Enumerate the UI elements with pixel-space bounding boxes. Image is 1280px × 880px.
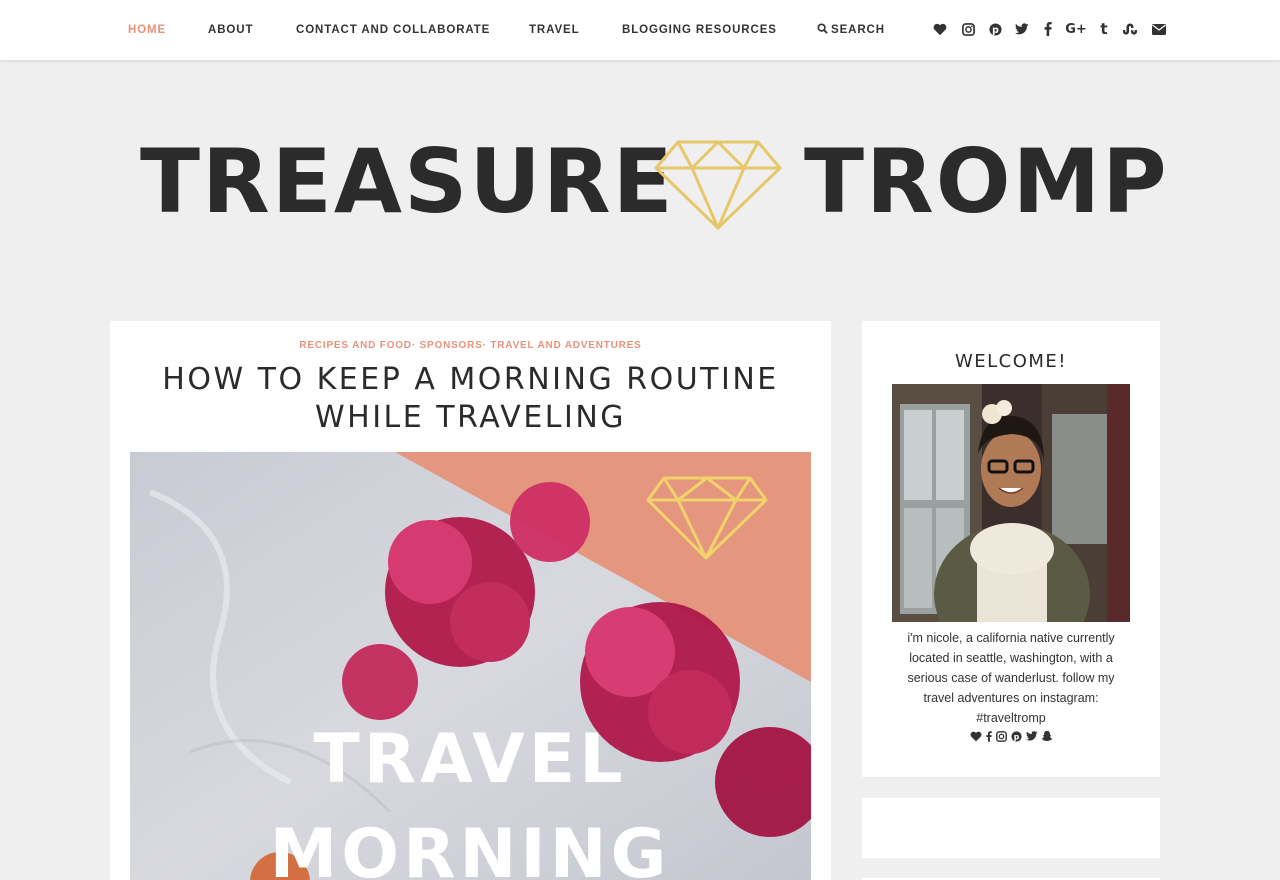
google-plus-icon[interactable]: G+ bbox=[1065, 20, 1087, 38]
logo-word-right: TROMP bbox=[804, 130, 1169, 233]
nav-search-button[interactable]: SEARCH bbox=[817, 23, 885, 37]
welcome-social-links: p bbox=[862, 729, 1160, 745]
stumbleupon-icon[interactable] bbox=[1121, 20, 1139, 38]
pinterest-icon[interactable]: p bbox=[986, 20, 1004, 38]
twitter-icon[interactable] bbox=[1025, 729, 1038, 743]
category-recipes-and-food[interactable]: RECIPES AND FOOD bbox=[299, 340, 411, 351]
category-travel-and-adventures[interactable]: TRAVEL AND ADVENTURES bbox=[490, 340, 641, 351]
image-text-line2: MORNING bbox=[270, 815, 671, 880]
nav-about[interactable]: ABOUT bbox=[208, 24, 253, 36]
nav-blogging-resources[interactable]: BLOGGING RESOURCES bbox=[622, 24, 777, 36]
category-sponsors[interactable]: SPONSORS bbox=[420, 340, 483, 351]
svg-text:p: p bbox=[992, 25, 999, 36]
pinterest-icon[interactable]: p bbox=[1011, 729, 1023, 743]
nav-travel[interactable]: TRAVEL bbox=[529, 24, 580, 36]
tumblr-icon[interactable]: t bbox=[1095, 20, 1113, 38]
top-navigation: HOME ABOUT CONTACT AND COLLABORATE TRAVE… bbox=[0, 0, 1280, 60]
author-bio: i'm nicole, a california native currentl… bbox=[907, 631, 1115, 725]
diamond-icon bbox=[654, 138, 782, 230]
post-categories: RECIPES AND FOOD· SPONSORS· TRAVEL AND A… bbox=[299, 340, 642, 351]
twitter-icon[interactable] bbox=[1013, 20, 1031, 38]
heart-icon[interactable] bbox=[931, 20, 949, 38]
instagram-icon[interactable] bbox=[996, 729, 1008, 743]
search-icon bbox=[817, 23, 828, 37]
search-label: SEARCH bbox=[831, 24, 885, 36]
image-text-line1: TRAVEL bbox=[313, 720, 626, 799]
facebook-icon[interactable] bbox=[985, 729, 993, 743]
heart-icon[interactable] bbox=[970, 729, 982, 743]
nav-home[interactable]: HOME bbox=[128, 24, 166, 36]
site-logo[interactable]: TREASURE TROMP bbox=[140, 128, 1167, 238]
logo-word-left: TREASURE bbox=[140, 130, 675, 233]
post-title[interactable]: HOW TO KEEP A MORNING ROUTINE WHILE TRAV… bbox=[130, 361, 811, 437]
sidebar-widget-empty bbox=[862, 798, 1160, 858]
nav-contact-and-collaborate[interactable]: CONTACT AND COLLABORATE bbox=[296, 24, 490, 36]
post-card: RECIPES AND FOOD· SPONSORS· TRAVEL AND A… bbox=[110, 321, 831, 880]
snapchat-icon[interactable] bbox=[1041, 729, 1053, 743]
author-photo bbox=[892, 384, 1130, 622]
instagram-icon[interactable] bbox=[959, 20, 977, 38]
facebook-icon[interactable] bbox=[1039, 20, 1057, 38]
post-featured-image[interactable]: TRAVEL MORNING bbox=[130, 452, 811, 880]
svg-text:p: p bbox=[1014, 732, 1020, 741]
welcome-title: WELCOME! bbox=[954, 351, 1068, 372]
welcome-widget: WELCOME! i'm nicole, a california native… bbox=[862, 321, 1160, 777]
envelope-icon[interactable] bbox=[1150, 20, 1168, 38]
